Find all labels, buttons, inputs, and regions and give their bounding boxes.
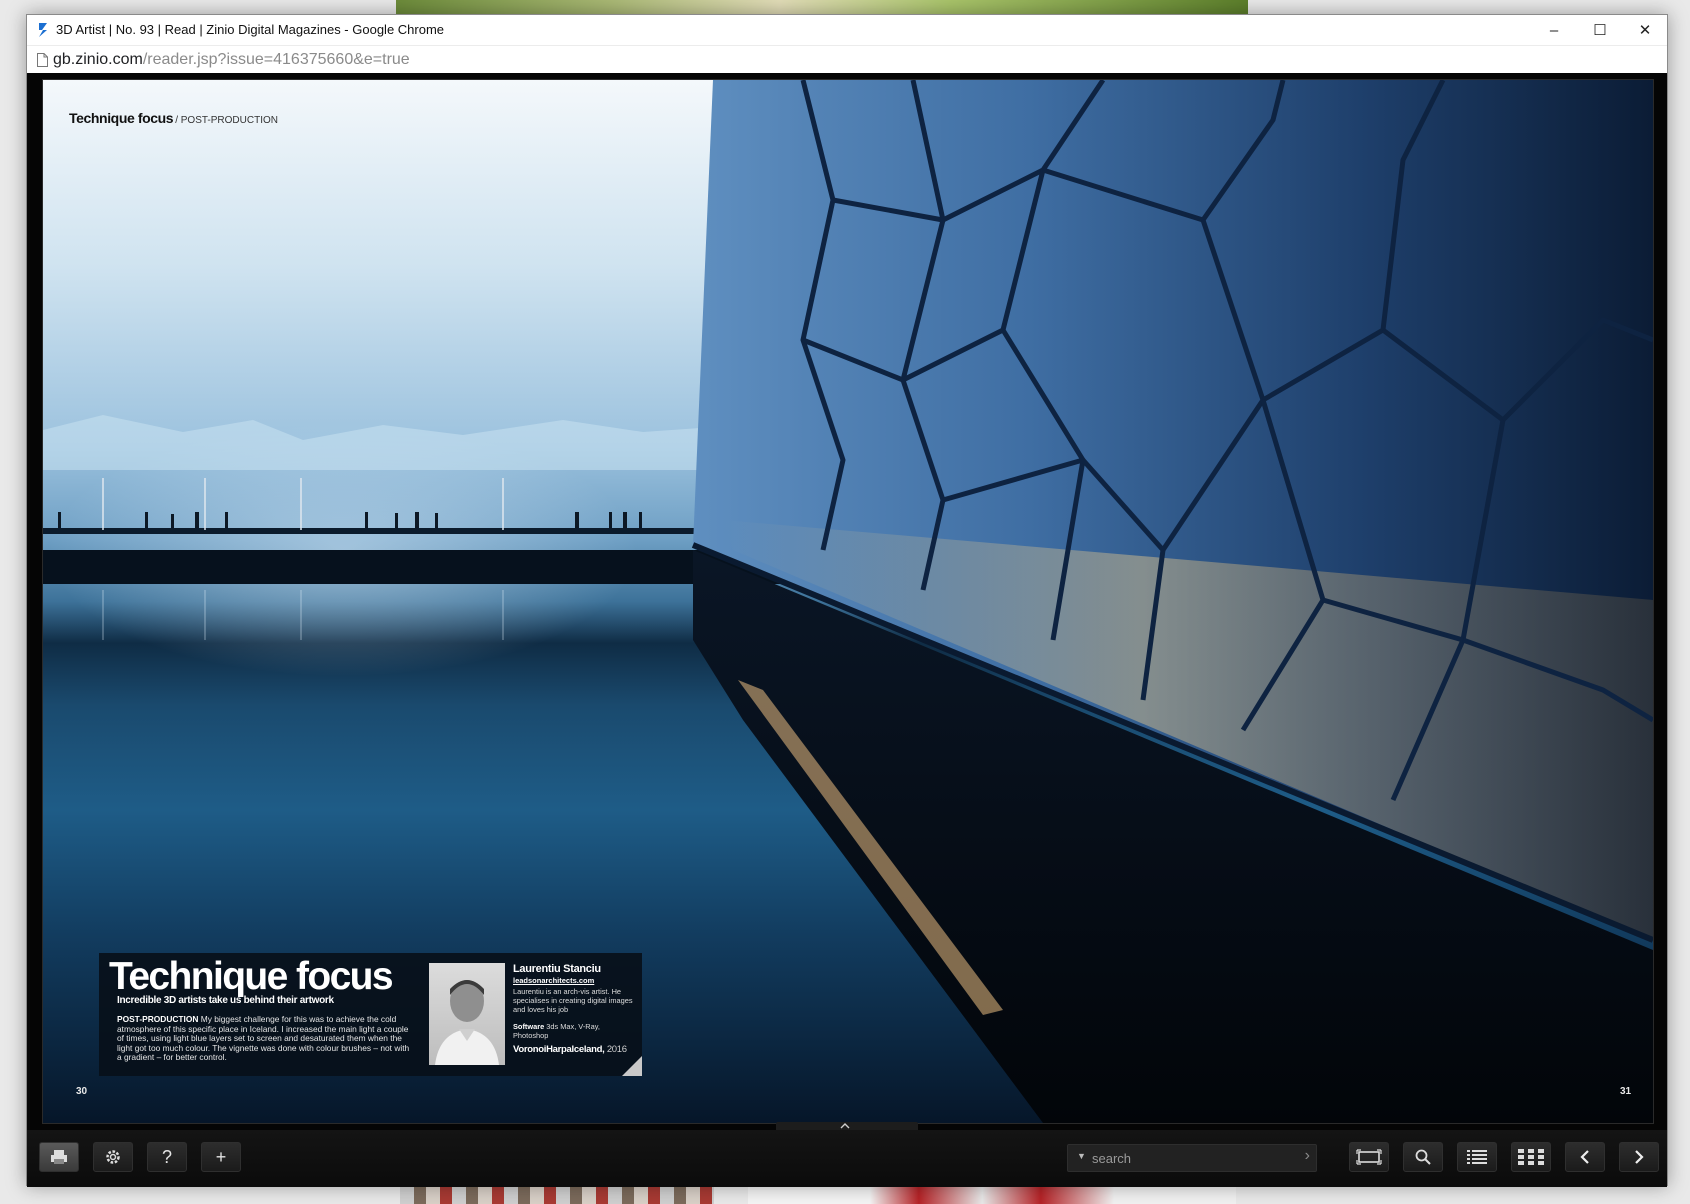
title-bar: 3D Artist | No. 93 | Read | Zinio Digita… [27,15,1667,45]
artist-bio: Laurentiu Stanciu leadsonarchitects.com … [513,963,635,1055]
technique-focus-title: Technique focus [109,955,394,998]
browser-window: 3D Artist | No. 93 | Read | Zinio Digita… [26,14,1668,1187]
chevron-up-icon [840,1123,850,1129]
artist-software: Software 3ds Max, V-Ray, Photoshop [513,1022,635,1041]
search-input[interactable] [1090,1148,1284,1168]
close-icon: ✕ [1638,22,1652,39]
artwork-title: VoronoiHarpaIceland, [513,1043,605,1055]
help-button[interactable]: ? [147,1142,187,1172]
right-page-number: 31 [1620,1086,1632,1097]
page-icon [37,53,48,67]
body-label: POST-PRODUCTION [117,1014,199,1024]
zinio-app-icon [39,23,47,37]
technique-focus-subtitle: Incredible 3D artists take us behind the… [117,995,334,1006]
window-title: 3D Artist | No. 93 | Read | Zinio Digita… [56,22,445,37]
zoom-button[interactable] [1403,1142,1443,1172]
page-corner-fold [622,1056,642,1076]
software-label: Software [513,1022,545,1032]
address-bar[interactable]: gb.zinio.com/reader.jsp?issue=416375660&… [27,45,1667,74]
reader-toolbar: ? + ▼ › [27,1130,1667,1187]
magazine-spread[interactable]: Technique focus / POST-PRODUCTION Techniq… [42,79,1654,1124]
fit-page-icon [1356,1149,1382,1165]
background-content-bottom-right [748,1186,1236,1204]
technique-focus-box: Technique focus Incredible 3D artists ta… [99,953,642,1076]
previous-page-icon [1580,1150,1589,1164]
list-view-button[interactable] [1457,1142,1497,1172]
section-header-title: Technique focus [69,110,174,126]
url-host: gb.zinio.com [53,51,143,68]
grid-view-button[interactable] [1511,1142,1551,1172]
artist-website-link[interactable]: leadsonarchitects.com [513,976,635,985]
artist-description: Laurentiu is an arch-vis artist. He spec… [513,987,633,1014]
section-header-subtitle: / POST-PRODUCTION [175,115,278,126]
close-button[interactable]: ✕ [1622,15,1668,45]
settings-button[interactable] [93,1142,133,1172]
list-view-icon [1467,1150,1487,1164]
left-page-number: 30 [76,1086,88,1097]
search-dropdown-icon[interactable]: ▼ [1077,1151,1086,1161]
help-icon: ? [161,1146,172,1167]
fit-page-button[interactable] [1349,1142,1389,1172]
technique-focus-body: POST-PRODUCTION My biggest challenge for… [117,1014,412,1063]
url-text[interactable]: gb.zinio.com/reader.jsp?issue=416375660&… [53,51,410,69]
artist-name: Laurentiu Stanciu [513,963,601,975]
add-button[interactable]: + [201,1142,241,1172]
artist-portrait [429,963,505,1065]
previous-page-button[interactable] [1565,1142,1605,1172]
maximize-button[interactable]: ☐ [1577,15,1623,45]
next-page-button[interactable] [1619,1142,1659,1172]
background-content-bottom-left [400,1186,714,1204]
zoom-icon [1415,1149,1431,1165]
maximize-icon: ☐ [1593,22,1607,39]
artwork-credit: VoronoiHarpaIceland, 2016 [513,1044,635,1055]
artwork-year: 2016 [604,1043,627,1055]
add-icon: + [215,1146,227,1167]
next-page-icon [1635,1150,1644,1164]
minimize-icon: – [1549,21,1559,39]
minimize-button[interactable]: – [1531,15,1577,45]
print-button[interactable] [39,1142,79,1172]
print-icon [51,1150,67,1164]
url-path: /reader.jsp?issue=416375660&e=true [142,51,410,68]
search-box[interactable]: ▼ › [1067,1144,1317,1172]
magazine-viewer: Technique focus / POST-PRODUCTION Techniq… [27,73,1667,1187]
thumbnail-drawer-handle[interactable] [776,1122,918,1130]
grid-view-icon [1518,1149,1544,1165]
search-go-icon[interactable]: › [1305,1147,1310,1165]
background-content-top [396,0,1248,14]
settings-icon [106,1150,120,1164]
section-header: Technique focus / POST-PRODUCTION [69,110,278,128]
artist-portrait-illustration [435,980,499,1065]
